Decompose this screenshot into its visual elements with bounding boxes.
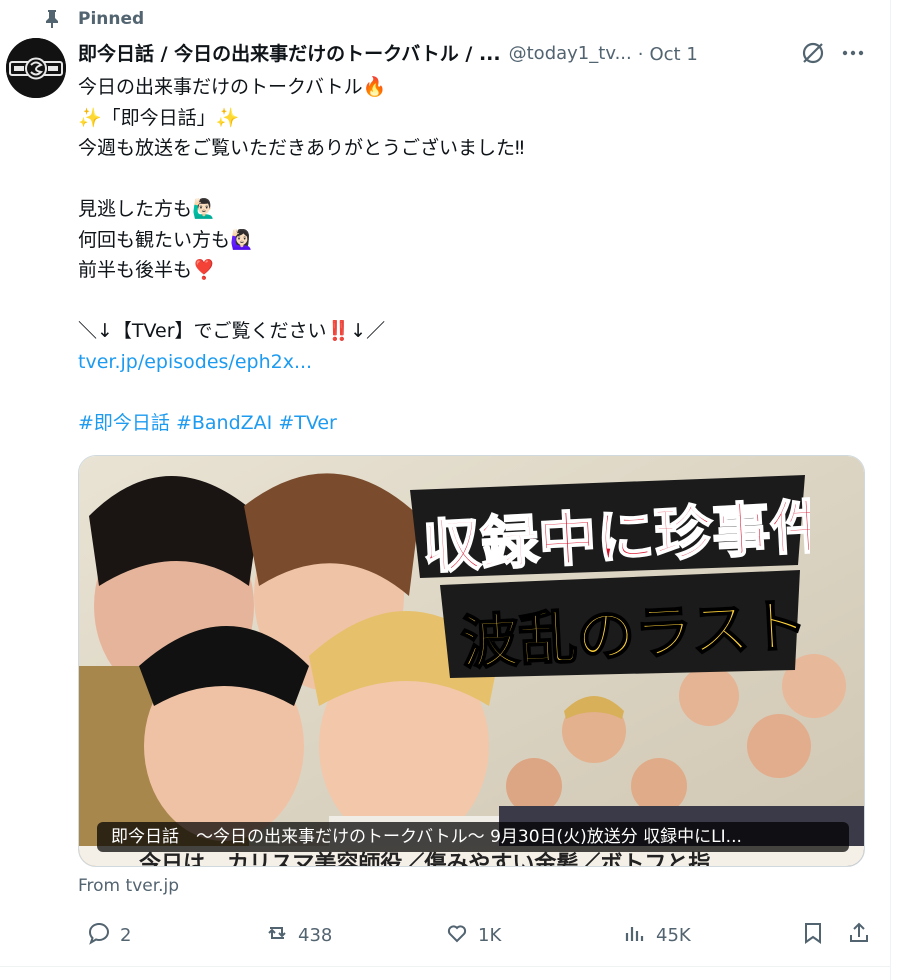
- post-date[interactable]: Oct 1: [649, 44, 697, 65]
- views-icon: [622, 920, 648, 951]
- tweet-body: 今日の出来事だけのトークバトル🔥 ✨「即今日話」✨ 今週も放送をご覧いただきあり…: [78, 72, 878, 438]
- reply-button[interactable]: 2: [78, 918, 131, 952]
- tweet-line: 何回も観たい方も🙋🏻‍♀️: [78, 228, 254, 251]
- repost-icon: [264, 920, 290, 951]
- user-handle[interactable]: @today1_tv...: [509, 41, 632, 67]
- repost-count: 438: [298, 924, 333, 946]
- bookmark-button[interactable]: [792, 918, 826, 952]
- pinned-label: Pinned: [78, 9, 145, 29]
- share-button[interactable]: [838, 918, 872, 952]
- display-name[interactable]: 即今日話 / 今日の出来事だけのトークバトル / ...: [78, 41, 501, 67]
- card-caption: 即今日話 ～今日の出来事だけのトークバトル～ 9月30日(火)放送分 収録中にL…: [97, 822, 849, 852]
- share-icon: [846, 920, 872, 951]
- views-count: 45K: [656, 924, 691, 946]
- tweet-line: 今日の出来事だけのトークバトル🔥: [78, 76, 387, 98]
- column-border: [890, 0, 891, 980]
- tver-link[interactable]: tver.jp/episodes/eph2x...: [78, 347, 878, 378]
- tweet-line: 今週も放送をご覧いただきありがとうございました‼: [78, 137, 525, 159]
- hashtags[interactable]: #即今日話 #BandZAI #TVer: [78, 408, 878, 439]
- like-button[interactable]: 1K: [436, 918, 501, 952]
- avatar[interactable]: [6, 38, 66, 98]
- reply-count: 2: [120, 924, 132, 946]
- tweet-line: ✨「即今日話」✨: [78, 106, 240, 129]
- tweet-line: ＼↓【TVer】でご覧ください‼️↓／: [78, 320, 386, 342]
- like-count: 1K: [478, 924, 502, 946]
- views-button[interactable]: 45K: [614, 918, 691, 952]
- repost-button[interactable]: 438: [256, 918, 332, 952]
- heart-icon: [444, 920, 470, 951]
- card-source[interactable]: From tver.jp: [78, 874, 179, 898]
- grok-icon[interactable]: [800, 40, 826, 66]
- bookmark-icon: [800, 920, 826, 951]
- card-headline: 収録中に珍事件が!! 波乱のラスト…: [410, 475, 810, 678]
- tweet-line: 前半も後半も❣️: [78, 259, 216, 281]
- action-bar: 2 438 1K 45K: [78, 918, 868, 952]
- pin-icon: [44, 9, 60, 29]
- separator-dot: ·: [637, 43, 644, 65]
- tweet-line: 見逃した方も🙋🏻‍♂️: [78, 198, 216, 220]
- tweet-divider: [0, 966, 890, 967]
- tweet-header: 即今日話 / 今日の出来事だけのトークバトル / ... @today1_tv.…: [78, 40, 883, 68]
- pinned-indicator: Pinned: [44, 8, 144, 30]
- more-icon[interactable]: [840, 40, 866, 66]
- reply-icon: [86, 920, 112, 951]
